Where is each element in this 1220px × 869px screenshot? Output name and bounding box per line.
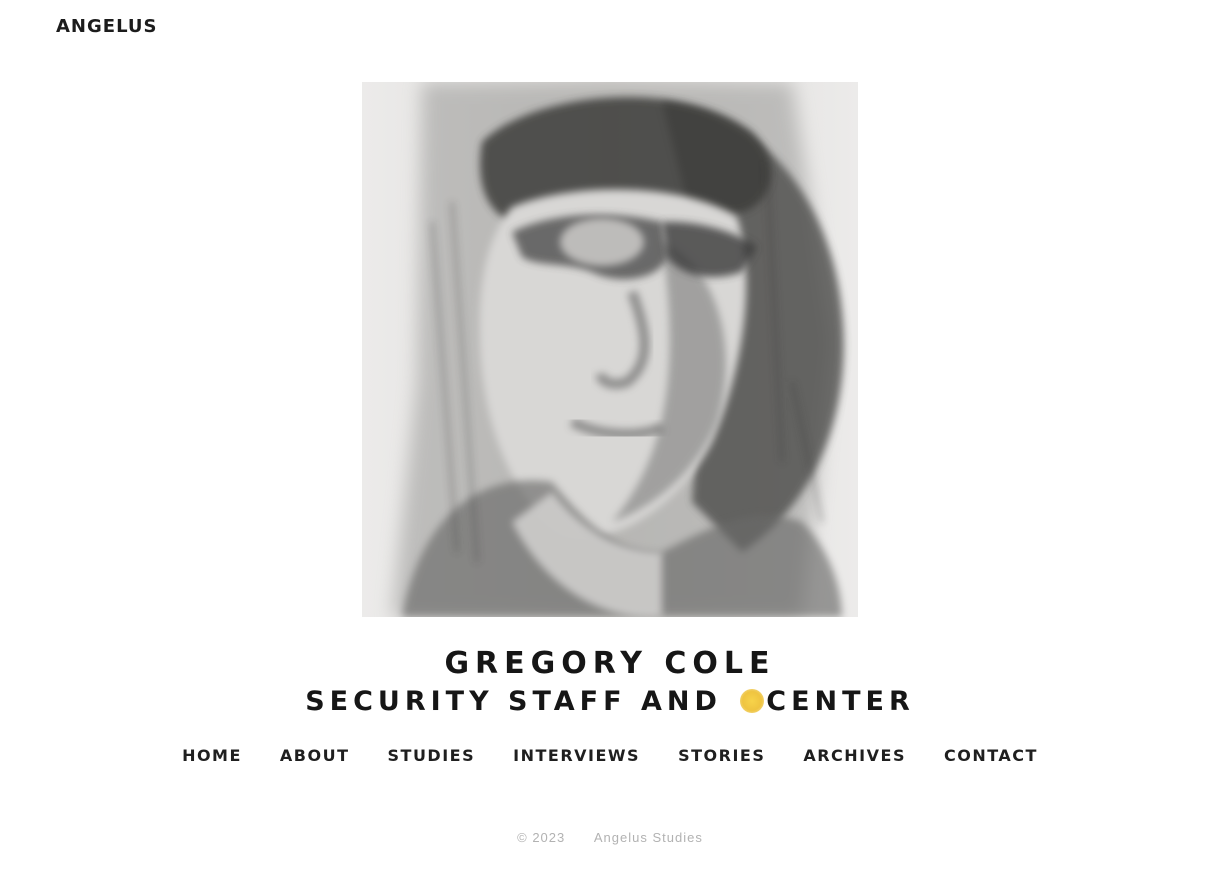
back-link[interactable]: ANGELUS: [56, 16, 157, 37]
main-navigation: HOME ABOUT STUDIES INTERVIEWS STORIES AR…: [0, 746, 1220, 765]
nav-item-about[interactable]: ABOUT: [280, 746, 350, 765]
nav-item-archives[interactable]: ARCHIVES: [803, 746, 906, 765]
nav-item-home[interactable]: HOME: [182, 746, 242, 765]
footer-site-name: Angelus Studies: [593, 830, 703, 845]
nav-item-studies[interactable]: STUDIES: [388, 746, 476, 765]
role-text-after: CENTER: [766, 686, 915, 717]
person-role: SECURITY STAFF AND CENTER: [0, 686, 1220, 717]
nav-item-stories[interactable]: STORIES: [678, 746, 765, 765]
person-name: GREGORY COLE: [444, 646, 776, 681]
footer-copyright: © 2023: [517, 830, 566, 845]
footer: © 2023 Angelus Studies: [0, 830, 1220, 845]
nav-item-contact[interactable]: CONTACT: [944, 746, 1038, 765]
nav-item-interviews[interactable]: INTERVIEWS: [513, 746, 640, 765]
highlight-dot-icon: [740, 689, 765, 713]
portrait-image: [362, 82, 858, 617]
role-text-before: SECURITY STAFF AND: [305, 686, 737, 717]
